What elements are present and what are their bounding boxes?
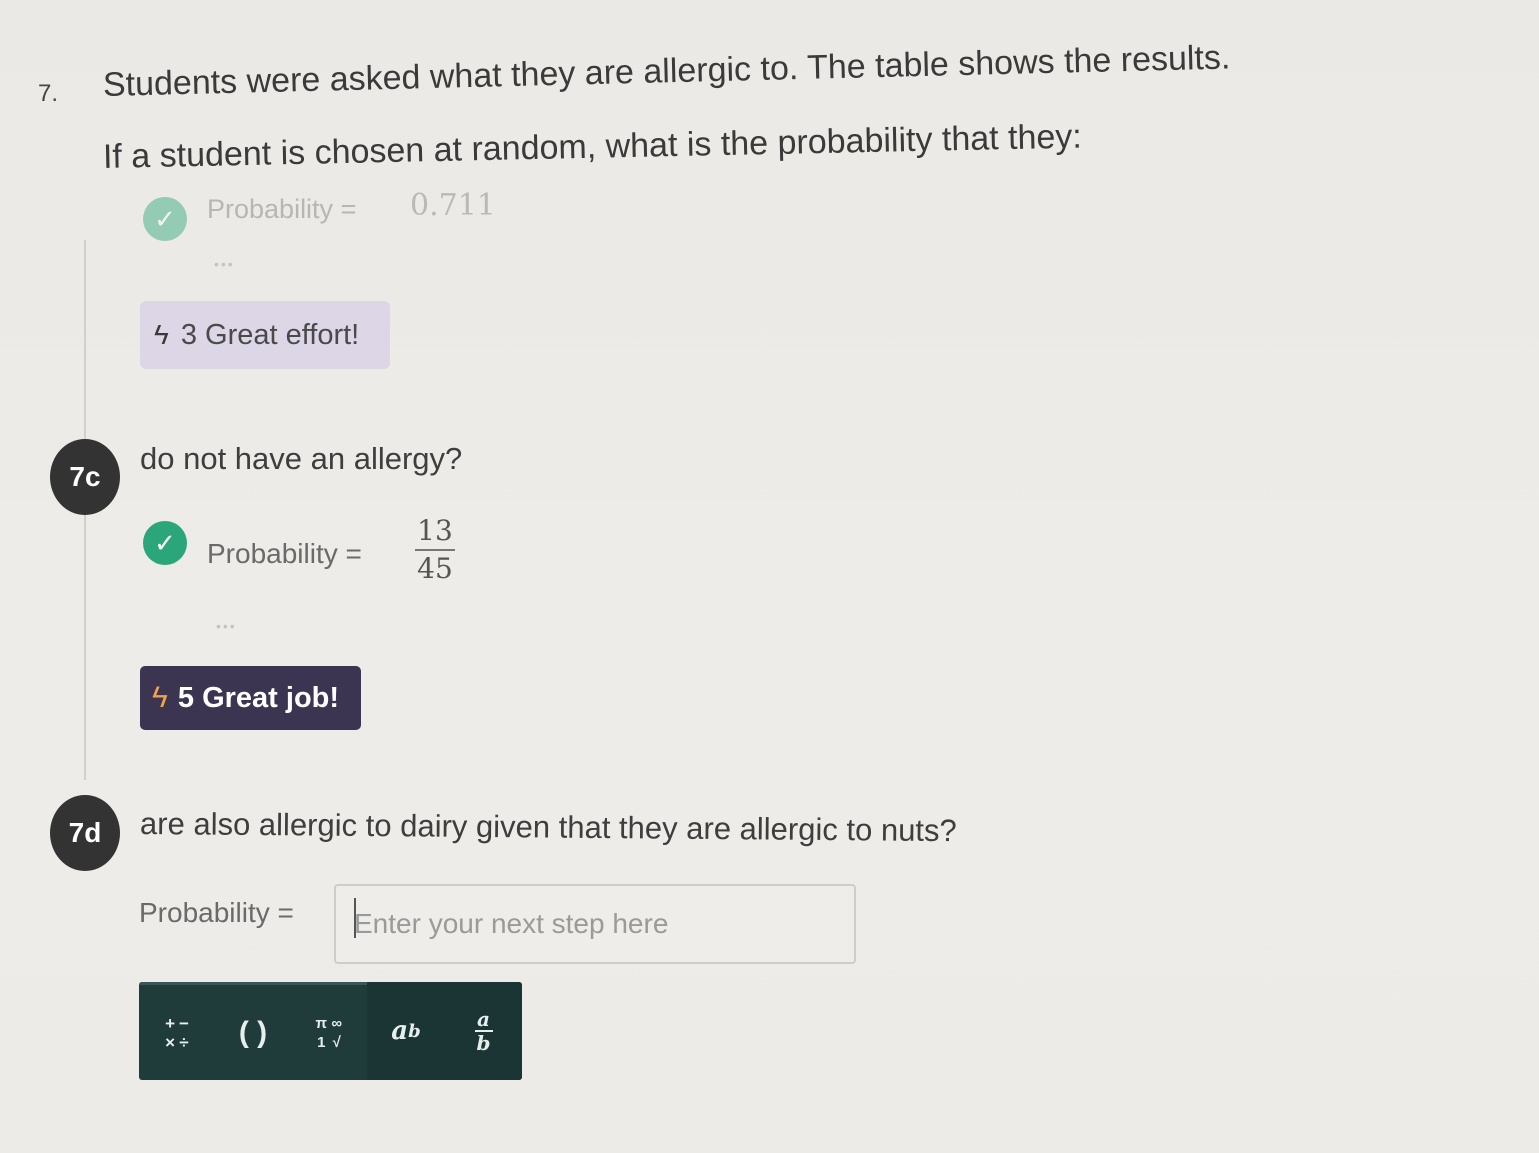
more-dots-icon[interactable]: ••• — [214, 256, 235, 272]
exponent-button[interactable]: ab — [367, 982, 445, 1080]
operators-button[interactable]: + − × ÷ — [139, 982, 215, 1080]
check-icon: ✓ — [143, 521, 187, 565]
question-stem-line2: If a student is chosen at random, what i… — [102, 117, 1083, 176]
badge-text: 3 Great effort! — [180, 318, 360, 351]
bolt-icon: ϟ — [154, 319, 169, 350]
fraction-bar — [415, 549, 455, 551]
part-marker-7d: 7d — [50, 795, 120, 871]
fraction-denominator: 45 — [417, 552, 453, 585]
question-stem-line1: Students were asked what they are allerg… — [102, 38, 1231, 104]
probability-label: Probability = — [207, 538, 362, 569]
fraction-icon: a b — [474, 1009, 493, 1053]
previous-probability-value: 0.711 — [410, 188, 496, 223]
part-7c-question: do not have an allergy? — [140, 441, 463, 476]
math-toolbar: + − × ÷ ( ) π ∞ 1 √ ab a b — [139, 982, 522, 1080]
operators-icon: + − × ÷ — [165, 1013, 189, 1052]
bolt-icon: ϟ — [152, 681, 168, 714]
symbols-icon: π ∞ 1 √ — [315, 1014, 343, 1051]
question-number: 7. — [38, 80, 59, 107]
exponent-power: b — [408, 1020, 421, 1042]
fraction-button[interactable]: a b — [445, 982, 522, 1080]
great-job-badge: ϟ 5 Great job! — [140, 666, 361, 730]
text-caret — [354, 898, 356, 938]
answer-input-box[interactable] — [334, 884, 856, 964]
fraction-numerator: 13 — [417, 514, 453, 547]
answer-fraction: 13 45 — [415, 514, 455, 586]
probability-label: Probability = — [139, 897, 294, 928]
part-7d-question: are also allergic to dairy given that th… — [139, 806, 957, 849]
more-dots-icon[interactable]: ••• — [216, 618, 237, 634]
answer-input[interactable] — [336, 886, 854, 962]
symbols-button[interactable]: π ∞ 1 √ — [291, 982, 367, 1080]
great-effort-badge: ϟ 3 Great effort! — [140, 301, 390, 369]
exponent-base: a — [391, 1016, 409, 1046]
badge-text: 5 Great job! — [177, 681, 340, 714]
part-marker-7c: 7c — [50, 439, 120, 515]
brackets-button[interactable]: ( ) — [215, 982, 291, 1080]
previous-probability-label: Probability = — [207, 194, 357, 224]
check-icon: ✓ — [143, 197, 187, 241]
